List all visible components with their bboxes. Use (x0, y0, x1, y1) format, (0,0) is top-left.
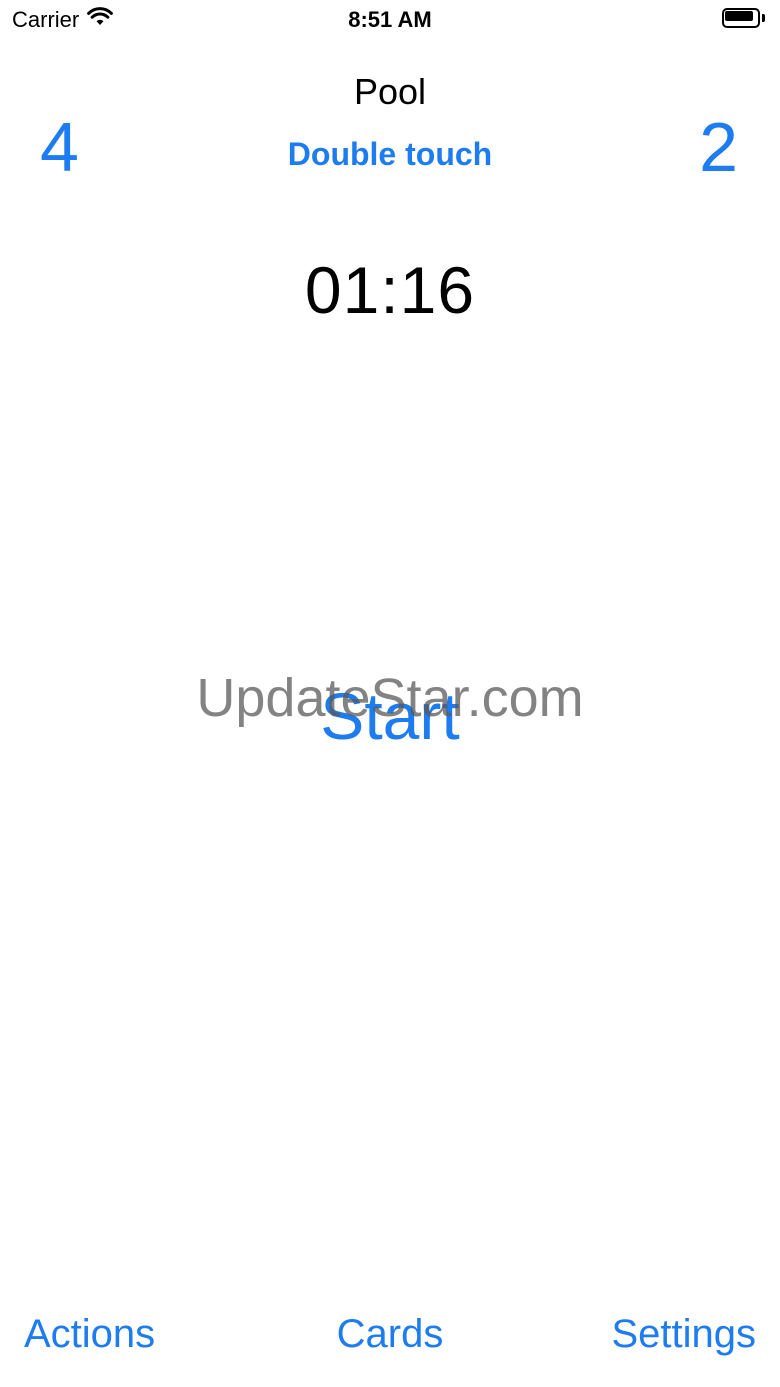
start-button[interactable]: Start (0, 676, 780, 756)
timer-display: 01:16 (304, 253, 476, 327)
battery-icon (722, 8, 768, 30)
status-time: 8:51 AM (348, 7, 432, 32)
tab-actions[interactable]: Actions (24, 1306, 155, 1362)
tab-settings[interactable]: Settings (611, 1306, 756, 1362)
page-title: Pool (353, 71, 427, 112)
tab-bar: Cards Actions Settings (0, 1306, 780, 1366)
mode-button[interactable]: Double touch (0, 134, 780, 174)
status-bar: Carrier 8:51 AM (0, 0, 780, 40)
